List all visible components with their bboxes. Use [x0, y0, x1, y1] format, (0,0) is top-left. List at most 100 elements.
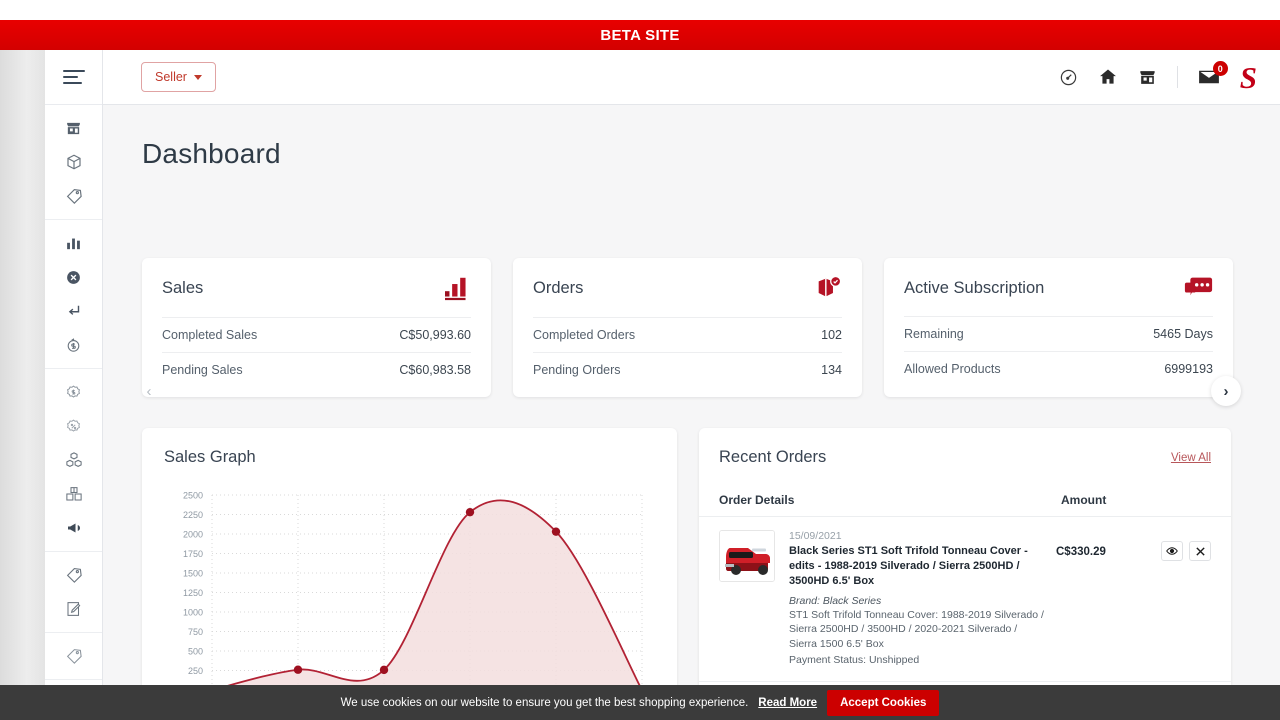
view-all-link[interactable]: View All: [1171, 452, 1211, 464]
pending-sales-label: Pending Sales: [162, 363, 243, 377]
tag-icon: [66, 568, 82, 583]
return-arrow-icon: [68, 305, 79, 315]
home-button[interactable]: [1098, 67, 1118, 87]
pending-orders-label: Pending Orders: [533, 363, 621, 377]
chevron-down-icon: [193, 74, 202, 80]
order-description: ST1 Soft Trifold Tonneau Cover: 1988-201…: [789, 608, 1044, 651]
brand-logo[interactable]: S: [1240, 62, 1257, 93]
sidebar-item-marketing[interactable]: [45, 511, 102, 545]
seller-dropdown-button[interactable]: Seller: [141, 62, 216, 92]
sidebar-item-store[interactable]: [45, 111, 102, 145]
allowed-products-label: Allowed Products: [904, 362, 1001, 376]
sidebar-group-5: [45, 633, 102, 680]
completed-sales-value: C$50,993.60: [399, 328, 471, 342]
carousel-prev-button[interactable]: ‹: [134, 376, 164, 406]
orders-card-title: Orders: [533, 279, 584, 297]
carousel-next-button[interactable]: ›: [1211, 376, 1241, 406]
read-more-link[interactable]: Read More: [758, 697, 817, 709]
edit-document-icon: [66, 602, 80, 616]
svg-text:1250: 1250: [183, 588, 203, 598]
header-actions: 0 S: [1059, 61, 1257, 93]
sidebar-group-3: [45, 369, 102, 552]
top-header: Seller 0 S: [103, 50, 1280, 105]
store-icon: [1140, 70, 1155, 84]
svg-text:1000: 1000: [183, 608, 203, 618]
cancel-order-button[interactable]: [1189, 541, 1211, 561]
sidebar-item-coupons[interactable]: [45, 558, 102, 592]
svg-text:2500: 2500: [183, 491, 203, 501]
completed-orders-value: 102: [821, 328, 842, 342]
top-strip: [0, 0, 1280, 20]
refund-dollar-icon: [67, 337, 80, 352]
bar-chart-icon: [445, 277, 466, 301]
order-amount: C$330.29: [1056, 546, 1106, 558]
order-payment-status: Payment Status: Unshipped: [789, 654, 920, 667]
hamburger-icon[interactable]: [62, 70, 85, 84]
sidebar-group-4: [45, 552, 102, 633]
tag-icon: [66, 188, 82, 204]
product-thumbnail: [719, 530, 775, 582]
sidebar-item-offers[interactable]: [45, 639, 102, 673]
pending-sales-value: C$60,983.58: [399, 363, 471, 377]
box-icon: [66, 154, 81, 170]
sales-card: Sales Completed Sales C$50,993.60 Pendin…: [142, 258, 491, 397]
table-row[interactable]: 15/09/2021 Black Series ST1 Soft Trifold…: [699, 516, 1231, 681]
chat-bubble-icon: [1184, 277, 1213, 296]
recent-orders-header: Recent Orders View All: [699, 448, 1231, 467]
order-brand: Brand: Black Series: [789, 594, 882, 607]
sidebar-item-reports[interactable]: [45, 226, 102, 260]
sidebar-group-2: [45, 220, 102, 369]
sales-card-title: Sales: [162, 279, 204, 297]
dollar-badge-icon: [67, 385, 80, 398]
sidebar-item-bundles[interactable]: [45, 443, 102, 477]
sidebar-item-inventory[interactable]: [45, 477, 102, 511]
stat-cards: Sales Completed Sales C$50,993.60 Pendin…: [142, 258, 1233, 397]
column-order-details: Order Details: [719, 493, 795, 507]
sidebar-item-reviews[interactable]: [45, 592, 102, 626]
table-row: Remaining 5465 Days: [904, 316, 1213, 351]
sidebar-item-cancelled[interactable]: [45, 260, 102, 294]
cookie-consent-bar: We use cookies on our website to ensure …: [0, 685, 1280, 720]
remaining-value: 5465 Days: [1153, 327, 1213, 341]
completed-orders-label: Completed Orders: [533, 328, 636, 342]
order-product-name: Black Series ST1 Soft Trifold Tonneau Co…: [789, 545, 1028, 588]
order-date: 15/09/2021: [789, 530, 842, 542]
beta-site-label: BETA SITE: [600, 26, 680, 44]
box-check-icon: [818, 276, 842, 297]
sidebar-item-payouts[interactable]: [45, 375, 102, 409]
sidebar-item-products[interactable]: [45, 145, 102, 179]
main-content: Dashboard Add New Product Marketplace St…: [103, 105, 1280, 720]
sales-graph-title: Sales Graph: [164, 448, 256, 466]
sidebar-item-discounts[interactable]: [45, 409, 102, 443]
view-order-button[interactable]: [1161, 541, 1183, 561]
allowed-products-value: 6999193: [1164, 362, 1213, 376]
truck-image: [720, 531, 774, 581]
messages-badge: 0: [1212, 61, 1228, 76]
app-shell: Seller 0 S Dashboard Sales Completed Sal…: [0, 50, 1280, 720]
messages-button[interactable]: 0: [1198, 61, 1228, 86]
sidebar-group-1: [45, 105, 102, 220]
svg-text:1750: 1750: [183, 549, 203, 559]
order-actions: [1161, 530, 1211, 668]
sidebar-header: [45, 50, 102, 105]
dashboard-gauge-button[interactable]: [1059, 68, 1078, 87]
sidebar-item-refunds[interactable]: [45, 328, 102, 362]
percent-badge-icon: [67, 419, 80, 432]
subscription-card-title: Active Subscription: [904, 278, 1045, 297]
sidebar: [45, 50, 103, 720]
boxes-icon: [65, 452, 82, 467]
store-icon: [67, 122, 80, 134]
store-button[interactable]: [1138, 68, 1157, 87]
lower-panels: Sales Graph 0250500750100012501500175020…: [142, 428, 1231, 720]
column-amount: Amount: [1061, 493, 1107, 507]
header-divider: [1176, 66, 1178, 88]
table-row: Pending Orders 134: [533, 352, 842, 387]
sidebar-item-tags[interactable]: [45, 179, 102, 213]
order-details: 15/09/2021 Black Series ST1 Soft Trifold…: [789, 530, 1056, 668]
home-icon: [1099, 69, 1116, 84]
accept-cookies-button[interactable]: Accept Cookies: [827, 689, 940, 716]
close-x-icon: [1195, 546, 1205, 556]
beta-site-banner: BETA SITE: [0, 20, 1280, 50]
completed-sales-label: Completed Sales: [162, 328, 258, 342]
sidebar-item-returns[interactable]: [45, 294, 102, 328]
